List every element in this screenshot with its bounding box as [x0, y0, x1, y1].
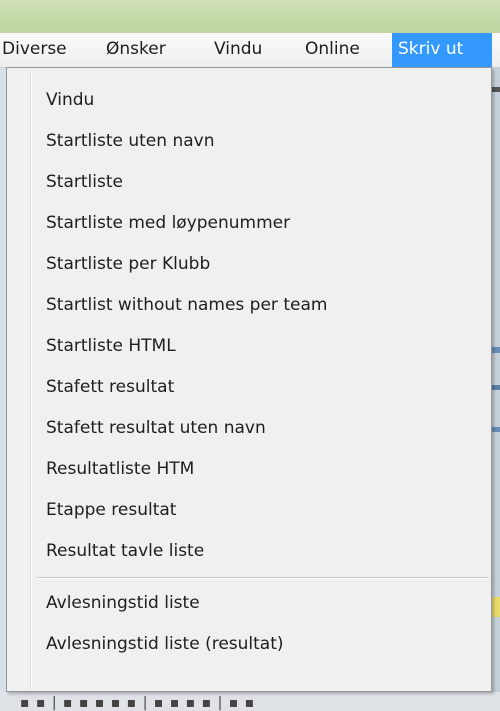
menu-item-startliste-uten-navn[interactable]: Startliste uten navn: [7, 121, 491, 162]
separator-line-highlight: [37, 578, 489, 579]
menu-item-stafett-resultat[interactable]: Stafett resultat: [7, 367, 491, 408]
menu-item-avlesningstid-liste-resultat[interactable]: Avlesningstid liste (resultat): [7, 624, 491, 665]
menu-item-startliste-med-loypenummer[interactable]: Startliste med løypenummer: [7, 203, 491, 244]
menu-online[interactable]: Online: [303, 33, 387, 67]
edge-mark: [492, 427, 500, 432]
background-window-edge: [492, 67, 500, 711]
menu-bar: Diverse Ønsker Vindu Online Skriv ut: [0, 33, 500, 68]
menu-onsker[interactable]: Ønsker: [104, 33, 190, 67]
menu-item-resultatliste-htm[interactable]: Resultatliste HTM: [7, 449, 491, 490]
edge-mark: [492, 385, 500, 390]
window-top-strip: [0, 0, 500, 33]
menu-separator: [7, 572, 491, 583]
menu-diverse[interactable]: Diverse: [0, 33, 92, 67]
menu-item-startliste[interactable]: Startliste: [7, 162, 491, 203]
background-window-bottom: ▪ ▪ | ▪ ▪ ▪ ▪ ▪ | ▪ ▪ ▪ ▪ | ▪ ▪: [0, 692, 500, 711]
edge-mark: [492, 347, 500, 353]
background-text-fragment: ▪ ▪ | ▪ ▪ ▪ ▪ ▪ | ▪ ▪ ▪ ▪ | ▪ ▪: [20, 695, 256, 711]
menu-vindu[interactable]: Vindu: [212, 33, 280, 67]
skriv-ut-dropdown-menu: Vindu Startliste uten navn Startliste St…: [6, 67, 492, 692]
menu-item-avlesningstid-liste[interactable]: Avlesningstid liste: [7, 583, 491, 624]
menu-skriv-ut[interactable]: Skriv ut: [392, 33, 492, 67]
menu-item-startliste-html[interactable]: Startliste HTML: [7, 326, 491, 367]
menu-item-etappe-resultat[interactable]: Etappe resultat: [7, 490, 491, 531]
dropdown-item-list: Vindu Startliste uten navn Startliste St…: [7, 80, 491, 665]
menu-item-startliste-per-klubb[interactable]: Startliste per Klubb: [7, 244, 491, 285]
menu-item-resultat-tavle-liste[interactable]: Resultat tavle liste: [7, 531, 491, 572]
menu-item-stafett-resultat-uten-navn[interactable]: Stafett resultat uten navn: [7, 408, 491, 449]
edge-mark: [492, 597, 500, 617]
edge-mark: [492, 87, 500, 92]
menu-item-vindu[interactable]: Vindu: [7, 80, 491, 121]
menu-item-startlist-without-names-per-team[interactable]: Startlist without names per team: [7, 285, 491, 326]
